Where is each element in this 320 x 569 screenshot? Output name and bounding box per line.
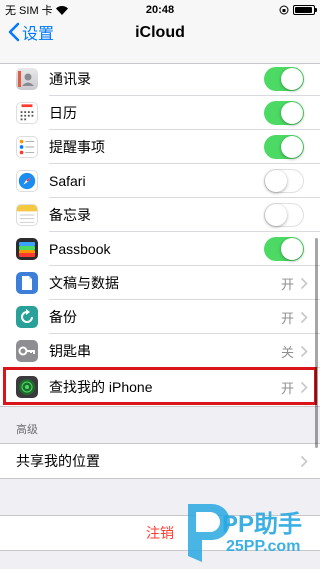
row-label: 钥匙串 <box>49 343 91 359</box>
row-label: 提醒事项 <box>49 139 105 155</box>
contacts-icon <box>16 68 38 90</box>
row-label: Passbook <box>49 241 111 257</box>
status-right <box>279 5 317 15</box>
passbook-toggle[interactable] <box>264 237 304 261</box>
page-title: iCloud <box>135 24 185 41</box>
row-label: 备份 <box>49 309 77 325</box>
carrier-label: 无 SIM 卡 <box>5 5 53 17</box>
row-label: 日历 <box>49 105 77 121</box>
row-reminders[interactable]: 提醒事项 <box>0 130 320 164</box>
app-toggles-group: 通讯录 日历 提醒事项 Safari 备忘录 Passbook 文稿与数据 开 … <box>0 62 320 407</box>
row-passbook[interactable]: Passbook <box>0 232 320 266</box>
reminders-icon <box>16 136 38 158</box>
watermark-site: 25PP.com <box>226 538 301 555</box>
notes-toggle[interactable] <box>264 203 304 227</box>
row-label: 备忘录 <box>49 207 91 223</box>
row-label: 查找我的 iPhone <box>49 379 153 395</box>
row-value: 开 <box>280 380 294 396</box>
row-notes[interactable]: 备忘录 <box>0 198 320 232</box>
contacts-toggle[interactable] <box>264 67 304 91</box>
reminders-toggle[interactable] <box>264 135 304 159</box>
navigation-bar: 设置 iCloud <box>0 20 320 64</box>
advanced-section-header: 高级 <box>16 424 38 436</box>
notes-icon <box>16 204 38 226</box>
row-label: 共享我的位置 <box>16 453 100 469</box>
scrollbar[interactable] <box>315 238 318 448</box>
row-label: Safari <box>49 173 86 189</box>
row-calendar[interactable]: 日历 <box>0 96 320 130</box>
safari-toggle[interactable] <box>264 169 304 193</box>
documents-icon <box>16 272 38 294</box>
row-label: 文稿与数据 <box>49 275 119 291</box>
row-backup[interactable]: 备份 开 <box>0 300 320 334</box>
watermark-brand: PP助手 <box>222 511 303 538</box>
row-find-my-iphone[interactable]: 查找我的 iPhone 开 <box>0 368 320 406</box>
chevron-right-icon <box>300 277 308 289</box>
row-value: 开 <box>280 310 294 326</box>
battery-icon <box>293 5 317 15</box>
passbook-icon <box>16 238 38 260</box>
chevron-right-icon <box>300 381 308 393</box>
chevron-right-icon <box>300 311 308 323</box>
status-bar: 无 SIM 卡 20:48 <box>0 0 320 20</box>
row-documents[interactable]: 文稿与数据 开 <box>0 266 320 300</box>
battery-fill <box>295 7 313 13</box>
chevron-right-icon <box>300 345 308 357</box>
safari-icon <box>16 170 38 192</box>
calendar-toggle[interactable] <box>264 101 304 125</box>
row-label: 通讯录 <box>49 71 91 87</box>
orientation-lock-icon <box>279 5 289 15</box>
row-value: 关 <box>280 344 294 360</box>
carrier-area: 无 SIM 卡 <box>5 2 279 18</box>
advanced-group: 共享我的位置 <box>0 443 320 479</box>
row-value: 开 <box>280 276 294 292</box>
calendar-icon <box>16 102 38 124</box>
settings-list: 通讯录 日历 提醒事项 Safari 备忘录 Passbook 文稿与数据 开 … <box>0 33 320 551</box>
row-contacts[interactable]: 通讯录 <box>0 62 320 96</box>
find-my-iphone-icon <box>16 376 38 398</box>
watermark: PP助手 25PP.com <box>182 496 318 568</box>
chevron-right-icon <box>300 455 308 467</box>
wifi-icon <box>55 5 68 15</box>
row-safari[interactable]: Safari <box>0 164 320 198</box>
row-share-location[interactable]: 共享我的位置 <box>0 444 320 478</box>
keychain-icon <box>16 340 38 362</box>
backup-icon <box>16 306 38 328</box>
row-keychain[interactable]: 钥匙串 关 <box>0 334 320 368</box>
